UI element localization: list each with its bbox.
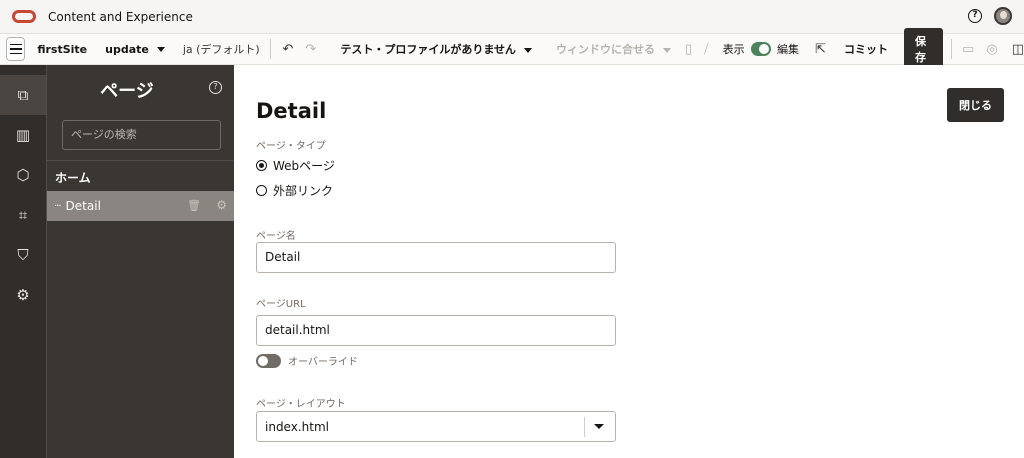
close-button[interactable]: 閉じる (947, 88, 1004, 122)
fit-window-dropdown[interactable]: ウィンドウに合せる (556, 41, 671, 57)
oracle-logo-icon (12, 10, 36, 23)
fit-window-label: ウィンドウに合せる (556, 43, 655, 56)
panel-title: ページ (100, 81, 154, 102)
chevron-down-icon (663, 47, 671, 53)
page-layout-label: ページ・レイアウト (256, 399, 346, 410)
page-search-input[interactable]: ページの検索 (62, 120, 221, 150)
app-header: Content and Experience ? (0, 0, 1024, 34)
crop-icon[interactable]: ⌗ (0, 195, 46, 235)
app-title: Content and Experience (48, 9, 193, 24)
components-icon[interactable]: ⬡ (0, 155, 46, 195)
open-external-icon[interactable]: ⇱ (815, 42, 826, 57)
page-type-label: ページ・タイプ (256, 141, 326, 152)
update-dropdown[interactable]: update (105, 43, 165, 56)
chevron-down-icon (156, 47, 165, 52)
test-profile-dropdown[interactable]: テスト・プロファイルがありません (340, 41, 532, 57)
hamburger-menu-button[interactable] (6, 37, 26, 61)
theme-icon[interactable]: ⛉ (0, 235, 46, 275)
undo-icon[interactable]: ↶ (283, 42, 294, 57)
commit-button[interactable]: コミット (844, 41, 888, 57)
override-label: オーバーライド (288, 357, 358, 368)
page-title: Detail (256, 99, 327, 123)
comment-icon[interactable]: ▭ (962, 42, 974, 57)
site-name: firstSite (37, 42, 88, 56)
save-button[interactable]: 保存 (903, 28, 944, 70)
page-name-label: ページ名 (256, 231, 296, 242)
divider (47, 160, 235, 161)
override-toggle[interactable] (256, 353, 281, 368)
redo-icon[interactable]: ↷ (305, 42, 316, 57)
page-layout-select[interactable]: index.html (256, 411, 616, 442)
device-icon[interactable]: ▯ (685, 42, 692, 57)
edit-mode-toggle[interactable] (750, 42, 772, 56)
divider (584, 417, 585, 437)
radio-unselected-icon (256, 185, 267, 196)
divider (269, 39, 271, 59)
page-name-input[interactable]: Detail (256, 242, 616, 273)
page-type-external-radio[interactable]: 外部リンク (256, 182, 333, 199)
chevron-down-icon (524, 47, 532, 53)
chevron-down-icon[interactable] (594, 424, 604, 429)
edit-label: 編集 (777, 43, 800, 56)
test-profile-label: テスト・プロファイルがありません (340, 43, 516, 56)
override-row: オーバーライド (256, 353, 358, 368)
avatar[interactable] (994, 7, 1012, 25)
gear-icon[interactable]: ⚙ (216, 198, 227, 212)
side-panel-icon[interactable]: ◫ (1012, 42, 1024, 57)
page-url-input[interactable]: detail.html (256, 315, 616, 346)
page-layout-value: index.html (265, 420, 329, 434)
pages-panel: ページ ? ページの検索 ホーム ··· Detail 🗑 ⚙ (46, 65, 235, 458)
radio-label: 外部リンク (273, 184, 334, 198)
home-page-item[interactable]: ホーム (55, 169, 91, 186)
left-rail: ⧉ ▥ ⬡ ⌗ ⛉ ⚙ (0, 65, 46, 458)
page-properties: 閉じる Detail ページ・タイプ Webページ 外部リンク ページ名 Det… (234, 65, 1024, 458)
divider (951, 39, 953, 59)
page-item-label: Detail (65, 199, 101, 213)
trash-icon[interactable]: 🗑 (187, 199, 201, 212)
pages-icon[interactable]: ⧉ (0, 75, 46, 115)
radio-label: Webページ (273, 159, 335, 173)
location-icon[interactable]: ◎ (986, 42, 997, 57)
site-toolbar: firstSite update ja (デフォルト) ↶ ↷ テスト・プロファ… (0, 28, 1024, 70)
help-icon[interactable]: ? (209, 81, 222, 94)
page-url-label: ページURL (256, 299, 306, 310)
update-label: update (105, 42, 149, 56)
layout-icon[interactable]: ▥ (0, 115, 46, 155)
radio-selected-icon (256, 160, 267, 171)
help-icon[interactable]: ? (968, 9, 982, 23)
page-type-web-radio[interactable]: Webページ (256, 157, 335, 174)
page-item-detail[interactable]: ··· Detail 🗑 ⚙ (47, 191, 235, 221)
settings-icon[interactable]: ⚙ (0, 275, 46, 315)
drag-handle-icon[interactable]: ··· (54, 201, 61, 212)
ruler-icon[interactable]: ⧸ (704, 42, 708, 57)
language-selector[interactable]: ja (デフォルト) (183, 41, 260, 57)
view-label: 表示 (722, 43, 745, 56)
